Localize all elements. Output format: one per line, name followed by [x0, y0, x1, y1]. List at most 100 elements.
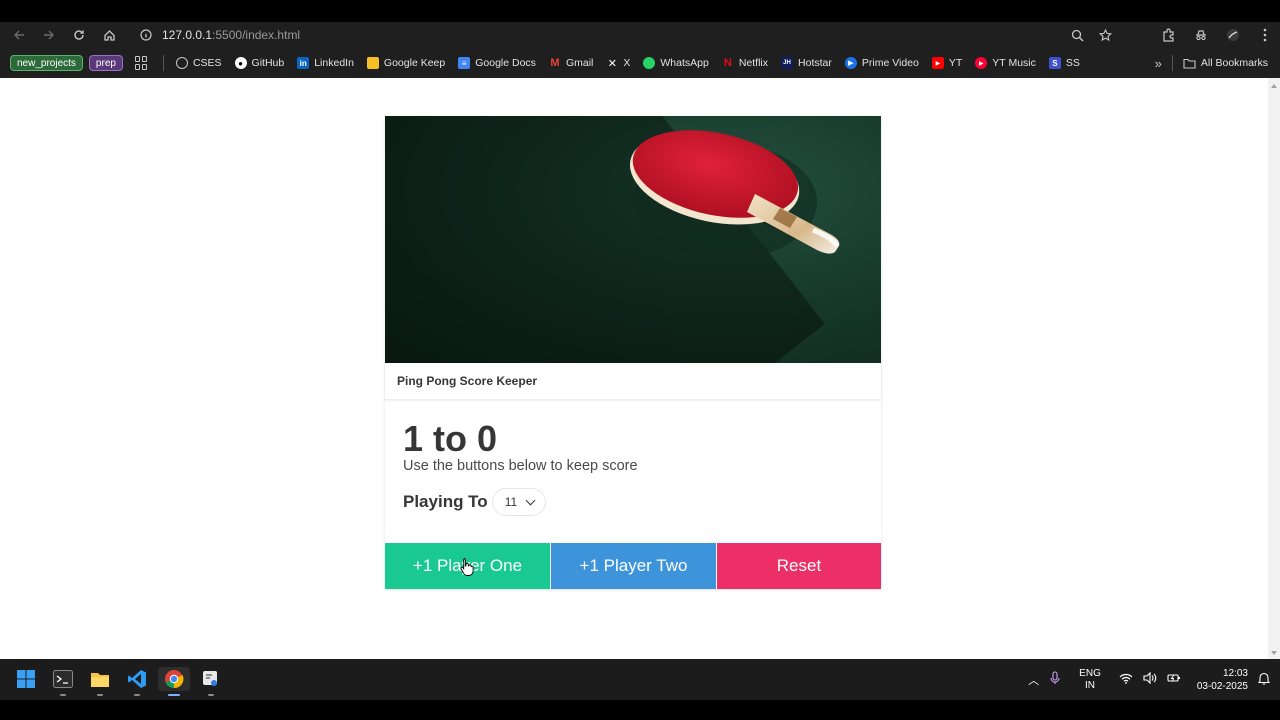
player-two-score: 0	[477, 418, 498, 459]
bookmark-google-keep[interactable]: Google Keep	[366, 57, 446, 69]
bookmark-star-icon[interactable]	[1096, 26, 1114, 44]
netflix-icon: N	[723, 57, 732, 69]
language-indicator[interactable]: ENG IN	[1079, 668, 1101, 692]
ping-pong-paddle-image	[385, 116, 881, 363]
running-indicator	[97, 694, 103, 696]
reset-button[interactable]: Reset	[717, 543, 881, 589]
folder-icon	[1183, 58, 1196, 69]
hotstar-icon: JH	[781, 57, 794, 69]
extensions-icon[interactable]	[1160, 26, 1178, 44]
playing-to-select[interactable]: 11	[491, 488, 546, 516]
github-icon: ●	[234, 57, 247, 69]
taskbar-snipping-tool[interactable]	[199, 667, 223, 696]
player-one-score: 1	[403, 418, 424, 459]
back-arrow-icon	[14, 30, 24, 40]
region-code: IN	[1085, 679, 1095, 691]
google-docs-icon: ≡	[458, 57, 471, 69]
zoom-icon[interactable]	[1068, 26, 1086, 44]
tab-group-prep[interactable]: prep	[88, 55, 123, 71]
notification-bell-icon[interactable]	[1257, 672, 1271, 688]
instructions-text: Use the buttons below to keep score	[403, 458, 638, 474]
running-indicator	[60, 694, 66, 696]
windows-start-button[interactable]	[14, 667, 38, 691]
browser-toolbar: 127.0.0.1:5500/index.html	[0, 22, 1280, 48]
taskbar-terminal[interactable]	[51, 667, 75, 696]
address-bar[interactable]: 127.0.0.1:5500/index.html	[130, 23, 1120, 47]
reload-button[interactable]	[64, 22, 94, 48]
taskbar-vscode[interactable]	[125, 667, 149, 696]
score-separator: to	[433, 418, 468, 459]
system-tray: ︿ ENG IN 12:03 03-02-2025	[1028, 659, 1271, 700]
playing-to-value: 11	[504, 495, 518, 509]
snipping-tool-icon	[203, 671, 217, 686]
bookmark-hotstar[interactable]: JH Hotstar	[781, 57, 832, 69]
bookmark-label: SS	[1065, 57, 1080, 69]
card-header: Ping Pong Score Keeper	[385, 363, 881, 400]
running-indicator	[134, 694, 140, 696]
battery-charging-icon[interactable]	[1167, 672, 1181, 687]
profile-avatar-icon[interactable]	[1224, 26, 1242, 44]
bookmark-prime-video[interactable]: ▶ Prime Video	[844, 57, 919, 69]
url-text[interactable]: 127.0.0.1:5500/index.html	[162, 28, 300, 42]
tab-group-new-projects[interactable]: new_projects	[10, 55, 83, 71]
home-icon	[103, 29, 115, 41]
score-display: 1 to 0	[403, 417, 638, 461]
bookmark-whatsapp[interactable]: WhatsApp	[643, 57, 709, 69]
bookmark-linkedin[interactable]: in LinkedIn	[297, 57, 354, 69]
running-indicator	[208, 694, 214, 696]
bookmark-netflix[interactable]: N Netflix	[722, 57, 768, 69]
hand-cursor-icon	[460, 558, 474, 576]
running-indicator	[168, 694, 180, 696]
card-title: Ping Pong Score Keeper	[397, 374, 538, 388]
volume-icon[interactable]	[1143, 671, 1157, 687]
player-two-button[interactable]: +1 Player Two	[551, 543, 716, 589]
bookmark-label: LinkedIn	[314, 57, 354, 69]
all-bookmarks-button[interactable]: All Bookmarks	[1183, 57, 1268, 69]
window-top-strip	[0, 0, 1280, 22]
bookmark-yt[interactable]: ▶ YT	[931, 57, 963, 69]
google-keep-icon	[366, 57, 379, 69]
playing-to-row: Playing To 11	[403, 488, 638, 516]
prime-video-icon: ▶	[844, 57, 857, 69]
site-info-icon[interactable]	[138, 27, 154, 43]
score-keeper-card: Ping Pong Score Keeper	[385, 116, 881, 589]
taskbar-chrome[interactable]	[158, 667, 190, 696]
home-button[interactable]	[94, 22, 124, 48]
bookmark-github[interactable]: ● GitHub	[234, 57, 285, 69]
apps-grid-icon[interactable]	[134, 56, 149, 70]
scroll-up-arrow-icon[interactable]	[1271, 84, 1277, 88]
bookmark-gmail[interactable]: M Gmail	[549, 57, 593, 69]
terminal-icon	[53, 670, 73, 688]
linkedin-icon: in	[297, 57, 310, 69]
forward-button[interactable]	[34, 22, 64, 48]
show-hidden-icons-chevron-icon[interactable]: ︿	[1028, 672, 1039, 688]
bookmark-yt-music[interactable]: ▶ YT Music	[975, 57, 1036, 69]
bookmark-label: X	[623, 57, 631, 69]
bookmark-ss[interactable]: S SS	[1048, 57, 1080, 69]
back-button[interactable]	[4, 22, 34, 48]
menu-kebab-icon[interactable]	[1256, 26, 1274, 44]
bookmark-x[interactable]: ✕ X	[606, 57, 631, 70]
clock[interactable]: 12:03 03-02-2025	[1197, 667, 1248, 693]
bookmark-label: Google Keep	[383, 57, 446, 69]
bookmark-label: YT	[948, 57, 963, 69]
bookmark-label: Gmail	[565, 57, 594, 69]
wifi-icon[interactable]	[1119, 673, 1133, 687]
bookmark-google-docs[interactable]: ≡ Google Docs	[458, 57, 536, 69]
folder-icon	[91, 672, 109, 687]
ss-icon: S	[1048, 57, 1061, 69]
bookmark-label: GitHub	[251, 57, 285, 69]
x-logo-icon: ✕	[607, 57, 617, 70]
bookmarks-bar: new_projects prep CSES ● GitHub in LinkedI…	[0, 48, 1280, 78]
all-bookmarks-label: All Bookmarks	[1200, 57, 1268, 69]
playing-to-label: Playing To	[403, 492, 488, 511]
taskbar-file-explorer[interactable]	[88, 667, 112, 696]
card-content: 1 to 0 Use the buttons below to keep sco…	[403, 417, 638, 516]
bookmarks-overflow-icon[interactable]: »	[1155, 56, 1162, 71]
scroll-down-arrow-icon[interactable]	[1271, 651, 1277, 655]
microphone-icon[interactable]	[1049, 671, 1061, 688]
bookmarks-separator-right	[1171, 55, 1173, 71]
page-scrollbar[interactable]	[1268, 78, 1280, 659]
incognito-icon[interactable]	[1192, 26, 1210, 44]
bookmark-cses[interactable]: CSES	[175, 57, 222, 69]
